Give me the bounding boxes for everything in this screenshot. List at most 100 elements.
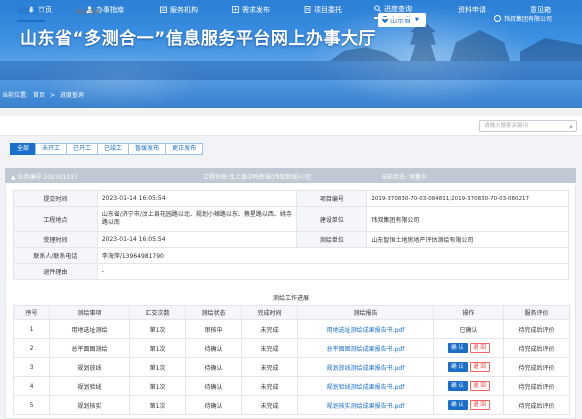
info-label: 工程地点 (13, 206, 98, 232)
survey-item: 规划验线 (49, 376, 130, 396)
contact: 李海萍/13964981790 (96, 247, 570, 264)
column-header: 测绘报告 (297, 305, 434, 320)
search-input[interactable]: 请输入搜索关键词 ⌕ (479, 120, 577, 132)
return-button[interactable]: 退 回 (469, 381, 490, 391)
nav-progress[interactable]: 进度查询 (374, 0, 412, 19)
tab-confirm-results[interactable]: 确认成果 (76, 7, 100, 16)
survey-status: 待确认 (185, 376, 242, 396)
filter-suspended[interactable]: 暂缓发布 (128, 143, 167, 155)
operation-cell: 确 认退 回 (433, 357, 504, 377)
table-row: 4 规划验线 第1次 待确认 未完成 规划验线测绘成果报告书.pdf 确 认退 … (13, 376, 570, 396)
return-button[interactable]: 退 回 (469, 343, 490, 353)
submit-count: 第1次 (129, 338, 186, 358)
report-link[interactable]: 用地选址测绘成果报告书.pdf (297, 319, 434, 339)
nav-materials[interactable]: 资料申请 (458, 0, 486, 19)
row-number: 2 (13, 338, 50, 358)
breadcrumb: 当前位置: 首页 > 进度查询 (2, 90, 87, 99)
table-row: 2 总平面图测绘 第1次 待确认 未完成 总平面图测绘成果报告书.pdf 确 认… (13, 338, 570, 358)
survey-status: 审核中 (185, 319, 242, 339)
nav-feedback[interactable]: 意见箱 (530, 0, 551, 19)
operation-cell: 确 认退 回 (433, 376, 504, 396)
column-header: 完成时间 (241, 305, 298, 320)
filter-all[interactable]: 全部 (10, 143, 37, 155)
accept-time: 2023-01-14 16:05:54 (96, 231, 298, 248)
survey-status: 待确认 (185, 357, 242, 377)
survey-item: 规划核实 (49, 395, 130, 415)
business-number: ▲ 业务编号:202301037 (11, 174, 78, 181)
nav-label: 意见箱 (530, 5, 551, 14)
survey-item: 规划放线 (49, 357, 130, 377)
page-title: 山东省“多测合一”信息服务平台网上办事大厅 (20, 29, 376, 49)
submit-time: 2023-01-14 16:05:54 (96, 190, 298, 207)
operation-cell: 确 认退 回 (433, 338, 504, 358)
return-button[interactable]: 退 回 (469, 400, 490, 410)
nav-label: 项目委托 (314, 5, 342, 14)
submit-count: 第1次 (129, 319, 186, 339)
nav-label: 进度查询 (384, 4, 412, 13)
return-button[interactable]: 退 回 (469, 362, 490, 372)
business-card-header[interactable]: ▲ 业务编号:202301037 工程名称:汶上县中鸣新城(玮叔新城)小区 当前… (5, 168, 576, 183)
surveyor: 山东智恒土地房地产评估测绘有限公司 (366, 231, 569, 248)
report-link[interactable]: 规划核实测绘成果报告书.pdf (297, 395, 434, 415)
column-header: 测绘状态 (185, 305, 242, 320)
search-icon (374, 5, 381, 12)
row-number: 5 (13, 395, 50, 415)
survey-item: 总平面图测绘 (49, 338, 130, 358)
publish-icon (232, 6, 239, 13)
column-header: 汇交次数 (129, 305, 186, 320)
report-link[interactable]: 总平面图测绘成果报告书.pdf (297, 338, 434, 358)
confirm-button[interactable]: 确 认 (447, 362, 468, 372)
tab-progress[interactable]: 进度查询 (17, 6, 45, 22)
service-evaluation: 待完成后评价 (503, 395, 570, 415)
row-number: 3 (13, 357, 50, 377)
row-number: 4 (13, 376, 50, 396)
service-evaluation: 待完成后评价 (503, 357, 570, 377)
table-header-row: 序号 测绘事项 汇交次数 测绘状态 完成时间 测绘报告 操作 服务评价 (13, 305, 570, 320)
user-icon (494, 15, 501, 22)
column-header: 序号 (13, 305, 50, 320)
org-icon (160, 6, 167, 13)
completion-time: 未完成 (241, 319, 298, 339)
completion-time: 未完成 (241, 376, 298, 396)
nav-label: 办事指南 (96, 5, 124, 14)
service-evaluation: 待完成后评价 (503, 338, 570, 358)
confirm-button[interactable]: 确 认 (447, 400, 468, 410)
confirm-button[interactable]: 确 认 (447, 381, 468, 391)
column-header: 服务评价 (503, 305, 570, 320)
business-project-name: 工程名称:汶上县中鸣新城(玮叔新城)小区 (203, 174, 312, 181)
column-header: 测绘事项 (49, 305, 130, 320)
survey-status: 待确认 (185, 395, 242, 415)
survey-status: 待确认 (185, 338, 242, 358)
nav-label: 服务机构 (170, 5, 198, 14)
operation-confirmed: 已确认 (433, 319, 504, 339)
filter-completed[interactable]: 已竣工 (97, 143, 130, 155)
filter-not-started[interactable]: 未开工 (35, 143, 68, 155)
completion-time: 未完成 (241, 395, 298, 415)
info-label: 退件理由 (13, 263, 98, 280)
submit-count: 第1次 (129, 357, 186, 377)
report-link[interactable]: 规划放线测绘成果报告书.pdf (297, 357, 434, 377)
nav-org[interactable]: 服务机构 (160, 0, 198, 19)
filter-corrected[interactable]: 更正发布 (165, 143, 204, 155)
submit-count: 第1次 (129, 395, 186, 415)
table-row: 3 规划放线 第1次 待确认 未完成 规划放线测绘成果报告书.pdf 确 认退 … (13, 357, 570, 377)
status-filters: 全部 未开工 已开工 已竣工 暂缓发布 更正发布 (10, 143, 204, 155)
info-table: 提交时间 2023-01-14 16:05:54 项目编号 2019-37083… (13, 190, 570, 280)
table-row: 1 用地选址测绘 第1次 审核中 未完成 用地选址测绘成果报告书.pdf 已确认… (13, 319, 570, 339)
nav-label: 资料申请 (458, 5, 486, 14)
business-status: 当前状态: 测量中 (381, 174, 427, 181)
info-label: 提交时间 (13, 190, 98, 207)
info-label: 测绘单位 (296, 231, 368, 248)
confirm-button[interactable]: 确 认 (447, 343, 468, 353)
filter-started[interactable]: 已开工 (66, 143, 99, 155)
breadcrumb-home[interactable]: 首页 (33, 92, 45, 99)
project-number: 2019-370830-70-03-084811;2019-370830-70-… (366, 190, 569, 207)
search-placeholder: 请输入搜索关键词 (484, 123, 529, 129)
progress-title: 测绘工作进展 (272, 295, 309, 302)
search-icon[interactable]: ⌕ (569, 122, 573, 132)
nav-label: 需求发布 (242, 5, 270, 14)
nav-publish[interactable]: 需求发布 (232, 0, 270, 19)
report-link[interactable]: 规划验线测绘成果报告书.pdf (297, 376, 434, 396)
nav-delegate[interactable]: 项目委托 (304, 0, 342, 19)
delegate-icon (304, 6, 311, 13)
